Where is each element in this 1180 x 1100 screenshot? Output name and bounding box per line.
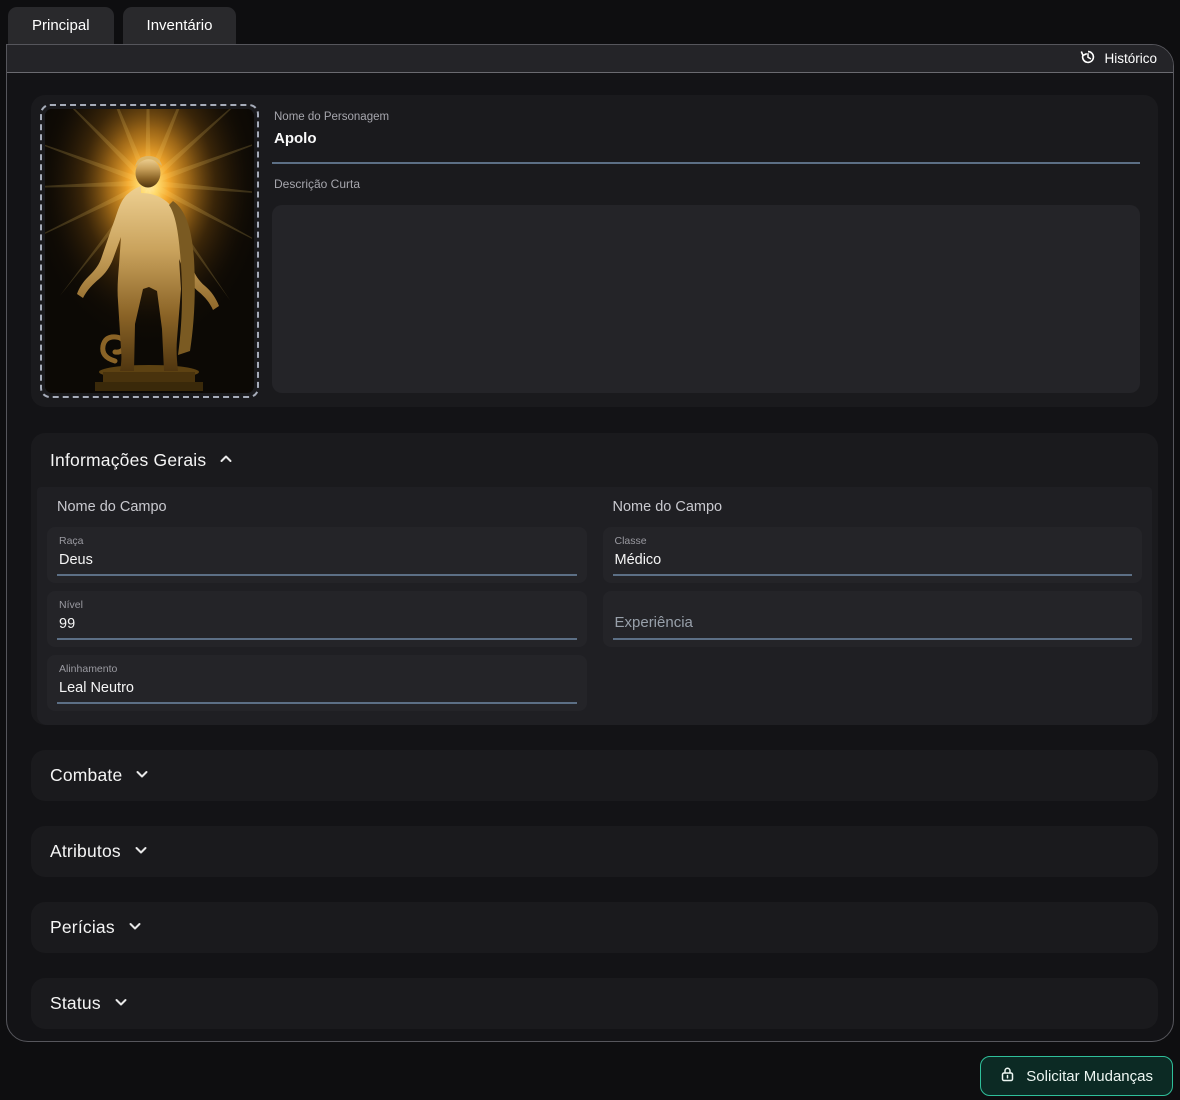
chevron-down-icon	[128, 919, 142, 937]
section-informacoes-gerais: Informações Gerais Nome do Campo Raça De…	[31, 433, 1158, 725]
character-portrait[interactable]	[40, 104, 259, 398]
request-changes-label: Solicitar Mudanças	[1026, 1068, 1153, 1085]
lock-icon	[1000, 1066, 1015, 1086]
field-nivel[interactable]: Nível 99	[47, 591, 587, 647]
field-experiencia[interactable]: Experiência	[603, 591, 1143, 647]
right-column-header: Nome do Campo	[613, 499, 1143, 515]
character-name-input[interactable]: Apolo	[274, 130, 1140, 147]
left-column-header: Nome do Campo	[57, 499, 587, 515]
field-classe-underline	[613, 574, 1133, 576]
field-experiencia-placeholder: Experiência	[615, 614, 693, 631]
field-raca-underline	[57, 574, 577, 576]
chevron-down-icon	[135, 767, 149, 785]
profile-panel: Nome do Personagem Apolo Descrição Curta	[31, 95, 1158, 407]
field-raca[interactable]: Raça Deus	[47, 527, 587, 583]
section-pericias-title: Perícias	[50, 917, 115, 938]
general-left-column: Nome do Campo Raça Deus Nível 99 Alinham…	[47, 497, 587, 719]
section-informacoes-gerais-title: Informações Gerais	[50, 450, 206, 471]
chevron-down-icon	[114, 995, 128, 1013]
section-atributos-title: Atributos	[50, 841, 121, 862]
field-alinhamento[interactable]: Alinhamento Leal Neutro	[47, 655, 587, 711]
field-classe[interactable]: Classe Médico	[603, 527, 1143, 583]
sheet-toolbar: Histórico	[7, 45, 1173, 73]
section-pericias-toggle[interactable]: Perícias	[31, 902, 1158, 953]
section-status-title: Status	[50, 993, 101, 1014]
field-classe-value: Médico	[615, 552, 1131, 568]
field-experiencia-underline	[613, 638, 1133, 640]
tab-inventario[interactable]: Inventário	[123, 7, 237, 44]
section-status-toggle[interactable]: Status	[31, 978, 1158, 1029]
field-classe-label: Classe	[615, 535, 1131, 547]
field-nivel-label: Nível	[59, 599, 575, 611]
history-icon	[1080, 49, 1096, 68]
chevron-up-icon	[219, 451, 233, 469]
tab-inventario-label: Inventário	[147, 17, 213, 34]
footer-actions: Solicitar Mudanças	[980, 1056, 1173, 1096]
field-alinhamento-label: Alinhamento	[59, 663, 575, 675]
field-nivel-underline	[57, 638, 577, 640]
field-raca-label: Raça	[59, 535, 575, 547]
history-button[interactable]: Histórico	[1080, 49, 1157, 68]
profile-fields: Nome do Personagem Apolo Descrição Curta	[259, 104, 1149, 398]
section-combate-toggle[interactable]: Combate	[31, 750, 1158, 801]
character-sheet-card: Histórico	[6, 44, 1174, 1042]
section-atributos-toggle[interactable]: Atributos	[31, 826, 1158, 877]
field-nivel-value: 99	[59, 616, 575, 632]
general-right-column: Nome do Campo Classe Médico Experiência	[603, 497, 1143, 719]
field-alinhamento-underline	[57, 702, 577, 704]
field-alinhamento-value: Leal Neutro	[59, 680, 575, 696]
tab-bar: Principal Inventário	[0, 0, 1180, 44]
request-changes-button[interactable]: Solicitar Mudanças	[980, 1056, 1173, 1096]
short-description-textarea[interactable]	[272, 205, 1140, 393]
apollo-statue-image	[45, 109, 254, 393]
tab-principal-label: Principal	[32, 17, 90, 34]
chevron-down-icon	[134, 843, 148, 861]
sheet-content: Nome do Personagem Apolo Descrição Curta…	[7, 73, 1173, 1029]
general-fields-grid: Nome do Campo Raça Deus Nível 99 Alinham…	[37, 487, 1152, 725]
character-name-label: Nome do Personagem	[274, 111, 1140, 123]
character-name-underline	[272, 162, 1140, 164]
section-combate-title: Combate	[50, 765, 122, 786]
history-label: Histórico	[1104, 51, 1157, 66]
section-informacoes-gerais-toggle[interactable]: Informações Gerais	[31, 433, 1158, 487]
short-description-label: Descrição Curta	[274, 177, 1140, 191]
tab-principal[interactable]: Principal	[8, 7, 114, 44]
field-raca-value: Deus	[59, 552, 575, 568]
